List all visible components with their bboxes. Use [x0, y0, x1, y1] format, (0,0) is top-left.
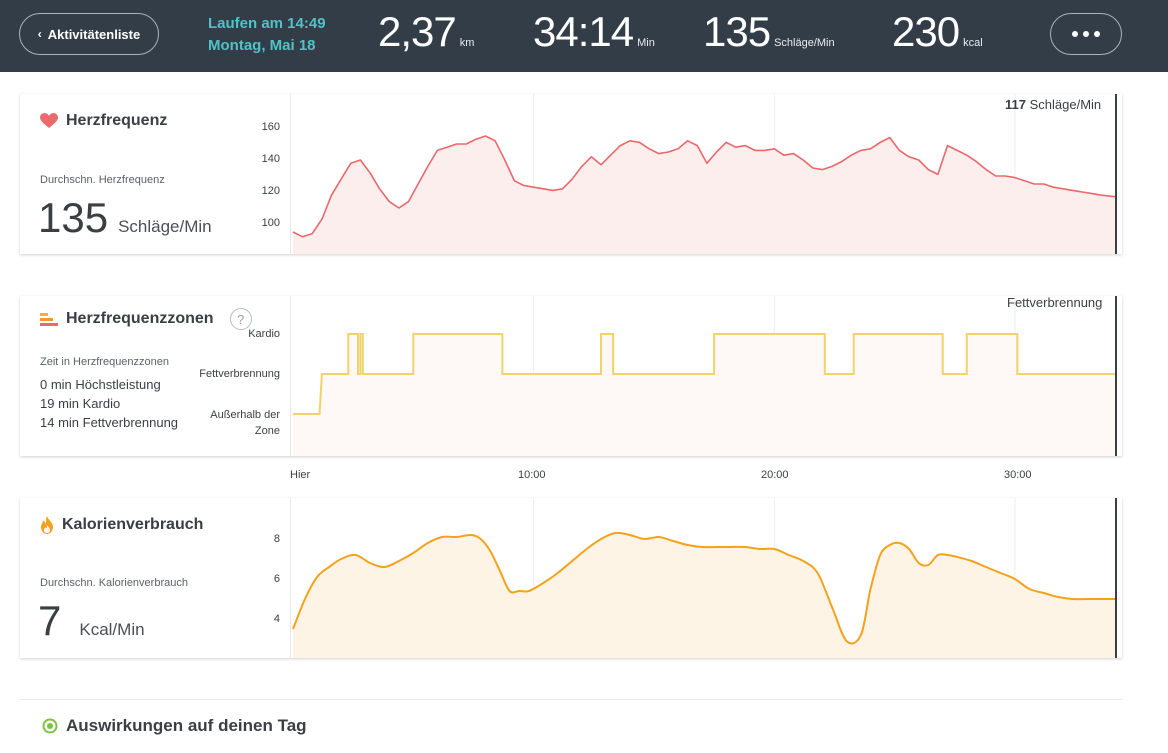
top-bar: ‹ Aktivitätenliste Laufen am 14:49 Monta…	[0, 0, 1168, 72]
back-to-activity-list-button[interactable]: ‹ Aktivitätenliste	[19, 13, 159, 55]
cal-y-tick: 8	[273, 533, 280, 545]
zones-sub-label: Zeit in Herzfrequenzzonen	[40, 356, 170, 368]
calories-card: Kalorienverbrauch Durchschn. Kalorienver…	[20, 498, 1122, 658]
zone-level-label: Außerhalb der Zone	[210, 409, 280, 437]
more-options-button[interactable]	[1050, 13, 1122, 55]
zones-summary: Herzfrequenzzonen ? Zeit in Herzfrequenz…	[20, 296, 290, 456]
section-divider	[20, 699, 1122, 700]
zones-chart	[293, 296, 1117, 456]
heart-rate-zones-card: Herzfrequenzzonen ? Zeit in Herzfrequenz…	[20, 295, 1122, 456]
heart-rate-title-text: Herzfrequenz	[66, 112, 168, 129]
zones-title: Herzfrequenzzonen ?	[40, 308, 252, 330]
heart-rate-avg-label: Durchschn. Herzfrequenz	[40, 174, 165, 186]
stat-distance-value: 2,37	[378, 8, 457, 55]
heart-rate-cursor-value: 117	[1005, 97, 1026, 112]
zone-level-label: Kardio	[248, 328, 280, 340]
calories-avg-value: 7	[38, 597, 62, 644]
impact-section-title-text: Auswirkungen auf deinen Tag	[66, 716, 307, 735]
calories-title-text: Kalorienverbrauch	[62, 516, 204, 533]
heart-rate-title: Herzfrequenz	[40, 112, 167, 130]
zones-area	[293, 334, 1116, 456]
zones-bars-icon	[40, 313, 58, 326]
back-button-label: Aktivitätenliste	[47, 26, 141, 42]
heart-rate-avg-value: 135	[38, 194, 109, 241]
stat-duration-unit: Min	[637, 37, 655, 49]
heart-rate-cursor-unit: Schläge/Min	[1029, 97, 1102, 112]
zone-time-line: 0 min Höchstleistung	[40, 377, 161, 392]
activity-title: Laufen am 14:49 Montag, Mai 18	[208, 13, 326, 57]
hr-y-tick: 100	[261, 217, 280, 229]
activity-line-1: Laufen am 14:49	[208, 15, 326, 32]
x-axis-tick: 10:00	[518, 469, 546, 481]
heart-rate-plot[interactable]	[290, 94, 1122, 254]
dot-icon	[1072, 31, 1078, 37]
chevron-left-icon: ‹	[37, 27, 42, 41]
heart-rate-avg: 135 Schläge/Min	[38, 194, 212, 242]
calories-summary: Kalorienverbrauch Durchschn. Kalorienver…	[20, 498, 290, 658]
zones-title-text: Herzfrequenzzonen	[66, 310, 214, 327]
stat-distance-unit: km	[459, 37, 475, 49]
x-axis-tick: 20:00	[761, 469, 789, 481]
x-axis-tick: 30:00	[1004, 469, 1032, 481]
zone-level-label: Fettverbrennung	[199, 368, 280, 380]
hr-y-tick: 120	[261, 185, 280, 197]
stat-calories-unit: kcal	[963, 37, 983, 49]
heart-rate-chart	[292, 94, 1117, 254]
impact-section-title[interactable]: Auswirkungen auf deinen Tag	[42, 716, 307, 736]
calories-avg-label: Durchschn. Kalorienverbrauch	[40, 577, 188, 589]
stat-duration-value: 34:14	[533, 8, 634, 55]
heart-icon	[40, 113, 58, 128]
zone-time-line: 19 min Kardio	[40, 396, 121, 411]
zones-plot[interactable]	[290, 296, 1122, 456]
calories-avg: 7 Kcal/Min	[38, 597, 145, 645]
calories-avg-unit: Kcal/Min	[79, 620, 145, 639]
zones-cursor-label: Fettverbrennung	[1007, 295, 1103, 310]
stat-duration: 34:14 Min	[533, 8, 655, 56]
stat-calories-value: 230	[892, 8, 960, 55]
calories-plot[interactable]	[290, 498, 1122, 658]
calories-chart	[292, 498, 1117, 658]
heart-rate-area	[293, 136, 1116, 254]
heart-rate-summary: Herzfrequenz Durchschn. Herzfrequenz 135…	[20, 94, 290, 254]
hr-y-tick: 160	[261, 121, 280, 133]
target-icon	[42, 718, 58, 734]
dot-icon	[1094, 31, 1100, 37]
dot-icon	[1083, 31, 1089, 37]
cal-y-tick: 4	[273, 613, 280, 625]
cal-y-tick: 6	[273, 573, 280, 585]
hr-y-tick: 140	[261, 153, 280, 165]
stat-heart-rate-unit: Schläge/Min	[774, 37, 835, 49]
x-axis-tick: Hier	[290, 469, 311, 481]
activity-line-2: Montag, Mai 18	[208, 37, 316, 54]
flame-icon	[41, 516, 53, 534]
heart-rate-avg-unit: Schläge/Min	[118, 217, 212, 236]
calories-title: Kalorienverbrauch	[40, 516, 203, 534]
heart-rate-card: Herzfrequenz Durchschn. Herzfrequenz 135…	[20, 94, 1122, 254]
zones-time-list: 0 min Höchstleistung 19 min Kardio 14 mi…	[40, 375, 178, 432]
help-icon[interactable]: ?	[229, 308, 252, 330]
zone-time-line: 14 min Fettverbrennung	[40, 415, 179, 430]
stat-calories: 230 kcal	[892, 8, 983, 56]
stat-heart-rate: 135 Schläge/Min	[703, 8, 835, 56]
heart-rate-cursor-readout: 117 Schläge/Min	[1005, 97, 1101, 112]
stat-heart-rate-value: 135	[703, 8, 771, 55]
stat-distance: 2,37 km	[378, 8, 474, 56]
